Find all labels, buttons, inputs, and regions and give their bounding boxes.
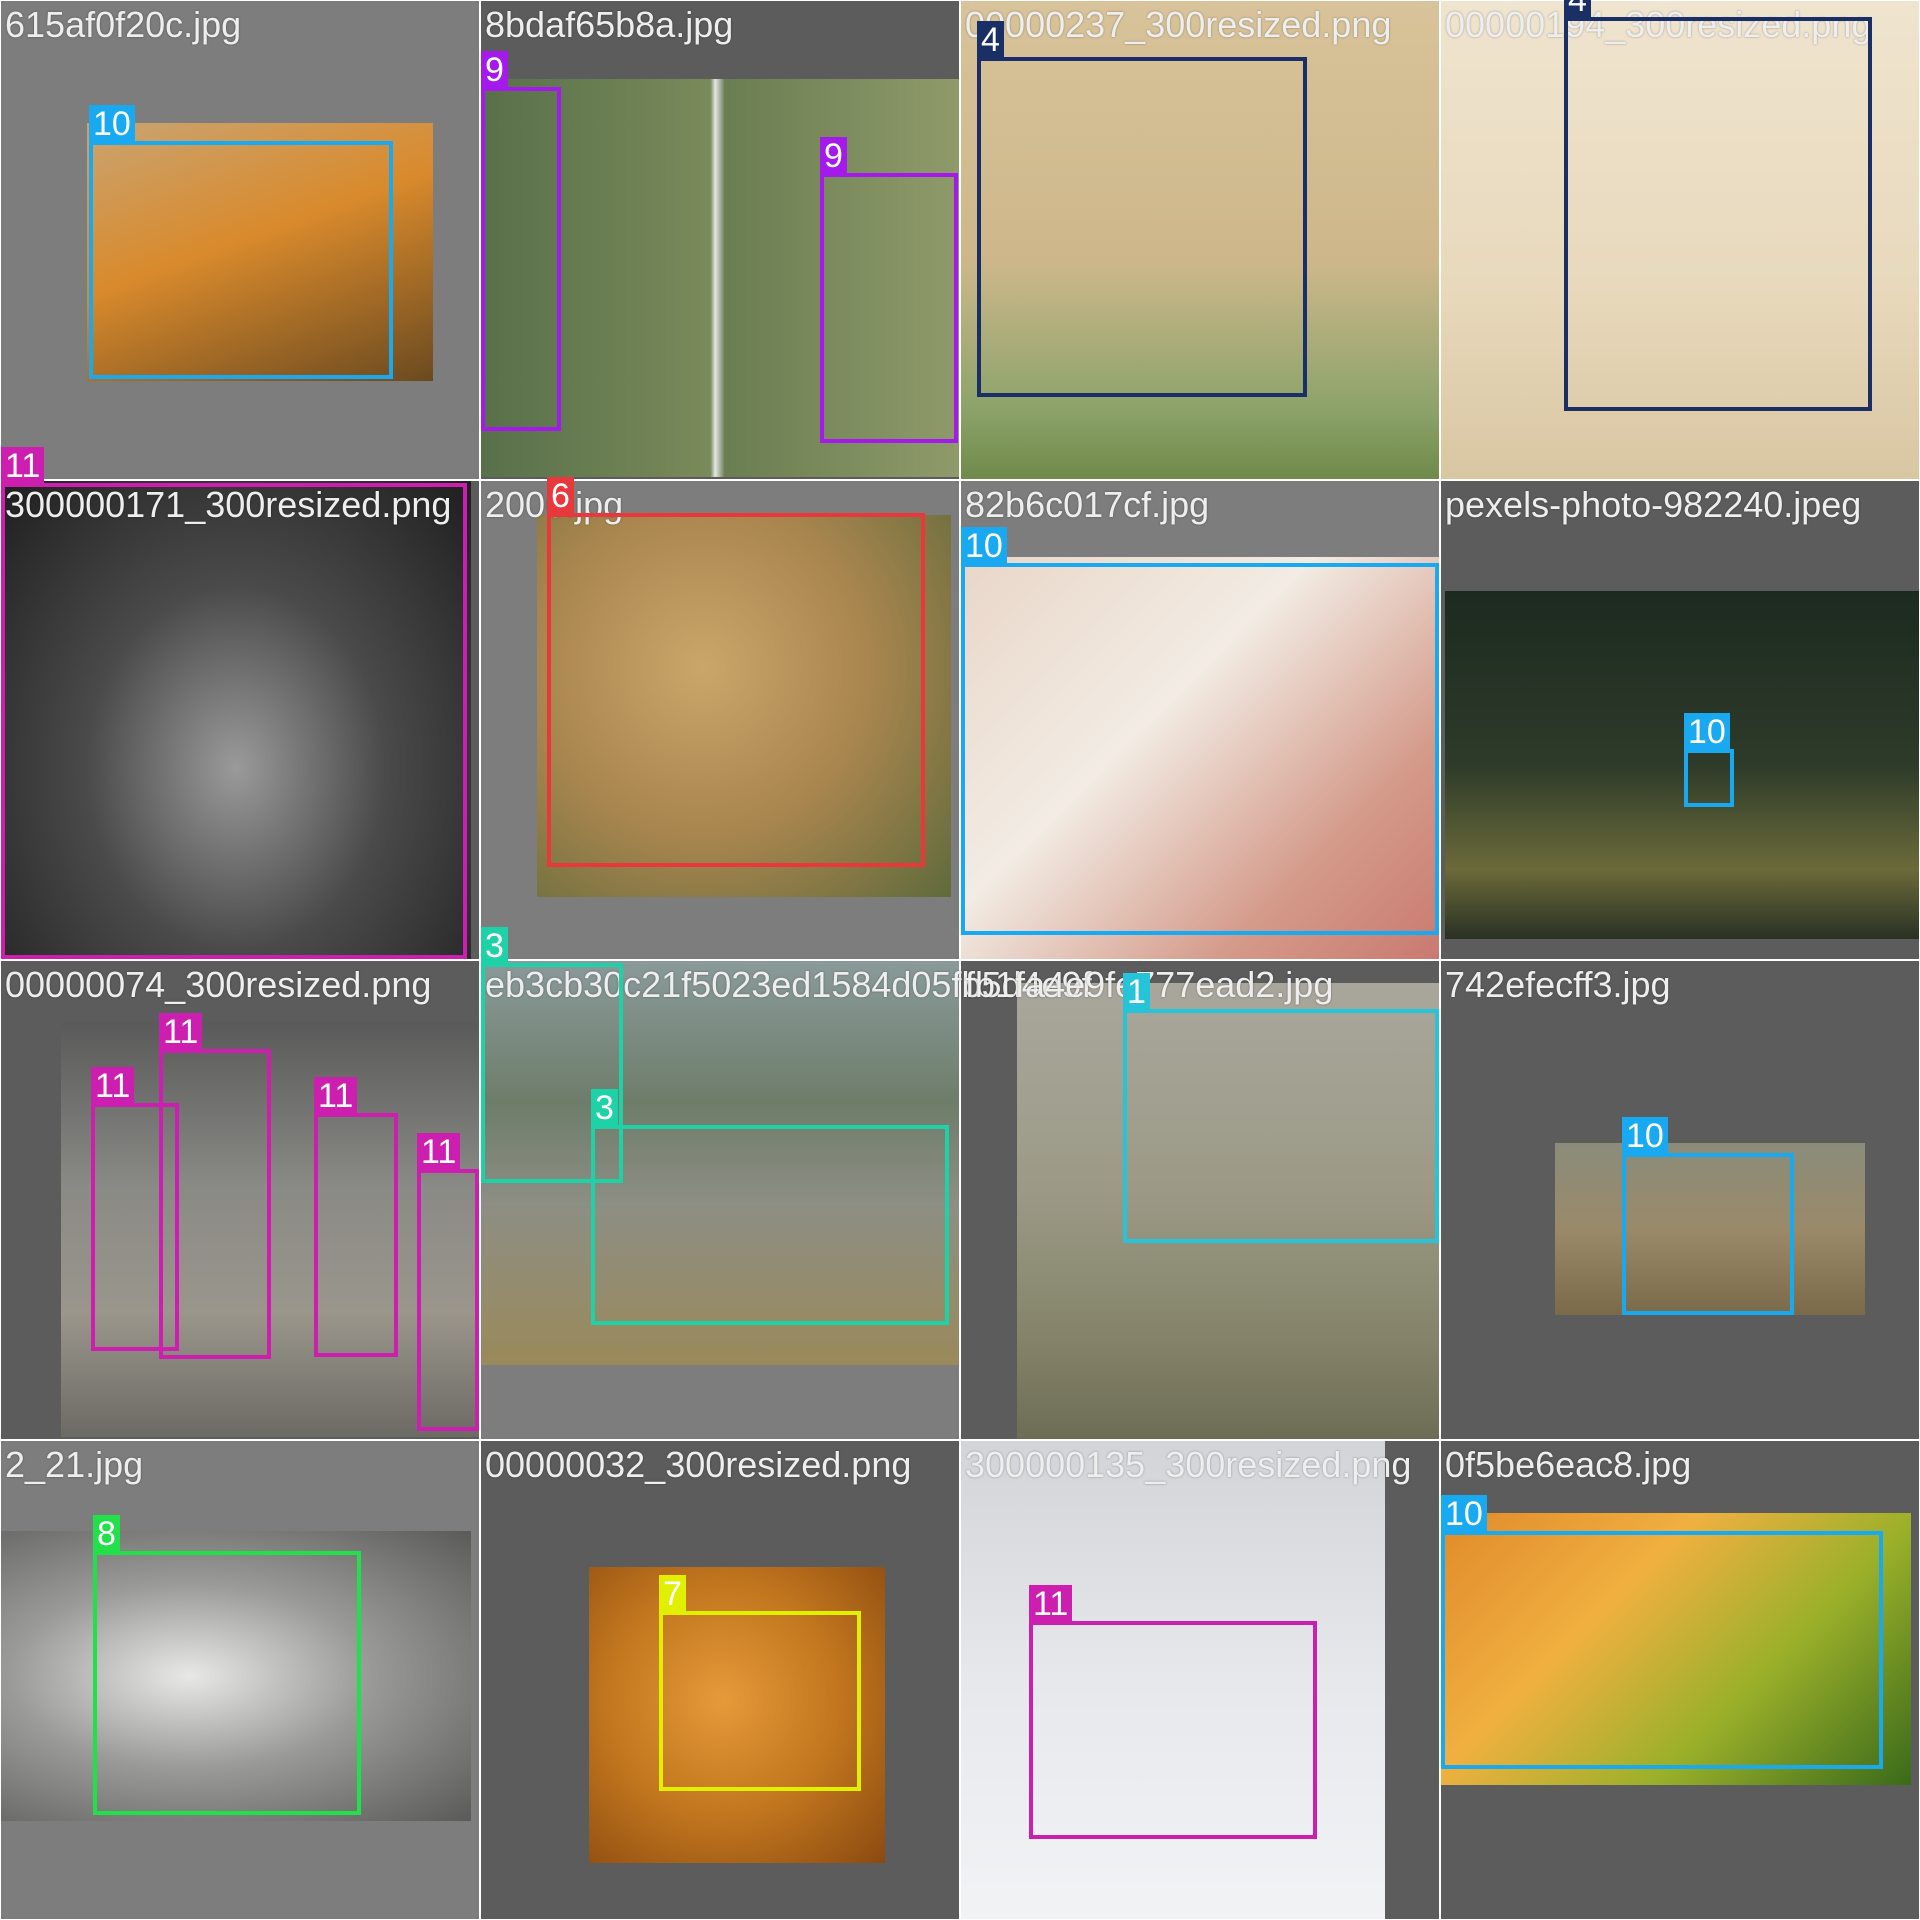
- bounding-box: 1: [1123, 973, 1439, 1243]
- grid-tile[interactable]: 2006.jpg 6: [481, 477, 959, 959]
- class-label: 11: [314, 1077, 358, 1115]
- class-label: 3: [481, 927, 508, 965]
- grid-tile[interactable]: 742efecff3.jpg 10: [1441, 961, 1919, 1439]
- bounding-box: 11: [1, 447, 467, 959]
- image-filename: 00000237_300resized.png: [965, 4, 1392, 45]
- bounding-box: 11: [314, 1077, 398, 1357]
- bounding-box: 11: [417, 1133, 479, 1431]
- class-label: 4: [977, 21, 1004, 59]
- image-filename: pexels-photo-982240.jpeg: [1445, 484, 1862, 525]
- image-filename: 615af0f20c.jpg: [5, 4, 242, 45]
- class-label: 6: [547, 477, 574, 515]
- image-filename: 2_21.jpg: [5, 1444, 144, 1485]
- grid-tile[interactable]: 82b6c017cf.jpg 10: [961, 481, 1439, 959]
- class-label: 4: [1564, 0, 1591, 19]
- grid-tile[interactable]: 8bdaf65b8a.jpg 9 9: [481, 1, 959, 479]
- class-label: 10: [89, 105, 135, 143]
- grid-tile[interactable]: 00000194_300resized.png 4: [1441, 0, 1919, 479]
- image-filename: 300000135_300resized.png: [965, 1444, 1412, 1485]
- class-label: 1: [1123, 973, 1150, 1011]
- bounding-box: 10: [1684, 713, 1734, 807]
- class-label: 11: [91, 1067, 135, 1105]
- grid-tile[interactable]: 300000135_300resized.png 11: [961, 1441, 1439, 1919]
- bounding-box: 11: [1029, 1585, 1317, 1839]
- class-label: 11: [417, 1133, 461, 1171]
- grid-tile[interactable]: eb3cb30c21f5023ed1584d05fb5d4e9f 3 3: [481, 927, 1092, 1439]
- bounding-box: 4: [1564, 0, 1872, 411]
- bounding-box: 10: [1622, 1117, 1794, 1315]
- class-label: 9: [820, 137, 847, 175]
- bounding-box: 10: [89, 105, 393, 379]
- image-grid: 615af0f20c.jpg 10 8bdaf65b8a.jpg 9 9 000…: [0, 0, 1920, 1920]
- class-label: 10: [1684, 713, 1730, 751]
- class-label: 10: [1622, 1117, 1668, 1155]
- grid-tile[interactable]: 00000032_300resized.png 7: [481, 1441, 959, 1919]
- image-filename: 00000074_300resized.png: [5, 964, 432, 1005]
- image-filename: 8bdaf65b8a.jpg: [485, 4, 734, 45]
- class-label: 11: [159, 1013, 203, 1051]
- grid-tile[interactable]: 2_21.jpg 8: [1, 1441, 479, 1919]
- class-label: 9: [481, 51, 508, 89]
- bounding-box: 9: [820, 137, 958, 443]
- bounding-box: 8: [93, 1515, 361, 1815]
- bounding-box: 10: [1441, 1495, 1883, 1769]
- class-label: 10: [1441, 1495, 1487, 1533]
- bounding-box: 4: [977, 21, 1307, 397]
- class-label: 3: [591, 1089, 618, 1127]
- class-label: 10: [961, 527, 1007, 565]
- grid-tile[interactable]: 00000237_300resized.png 4: [961, 1, 1439, 479]
- image-filename: 82b6c017cf.jpg: [965, 484, 1210, 525]
- grid-tile[interactable]: 00000074_300resized.png 11 11 11 11: [1, 961, 479, 1439]
- class-label: 7: [659, 1575, 686, 1613]
- bounding-box: 11: [159, 1013, 271, 1359]
- bounding-box: 9: [481, 51, 561, 431]
- bounding-box: 7: [659, 1575, 861, 1791]
- grid-tile[interactable]: pexels-photo-982240.jpeg 10: [1441, 481, 1919, 959]
- bounding-box: 3: [591, 1089, 949, 1325]
- bounding-box: 10: [961, 527, 1439, 935]
- animal-photo-tiger-forest: [1445, 591, 1919, 939]
- image-filename: 0f5be6eac8.jpg: [1445, 1444, 1692, 1485]
- grid-tile[interactable]: 300000171_300resized.png 11: [1, 447, 479, 959]
- grid-tile[interactable]: 0f5be6eac8.jpg 10: [1441, 1441, 1919, 1919]
- image-filename: 742efecff3.jpg: [1445, 964, 1671, 1005]
- image-filename: 00000032_300resized.png: [485, 1444, 912, 1485]
- bounding-box: 6: [547, 477, 925, 867]
- grid-tile[interactable]: 615af0f20c.jpg 10: [1, 1, 479, 479]
- grid-tile[interactable]: fb1fa4e9fe777ead2.jpg 1: [961, 961, 1439, 1439]
- class-label: 11: [1, 447, 45, 485]
- class-label: 8: [93, 1515, 120, 1553]
- class-label: 11: [1029, 1585, 1073, 1623]
